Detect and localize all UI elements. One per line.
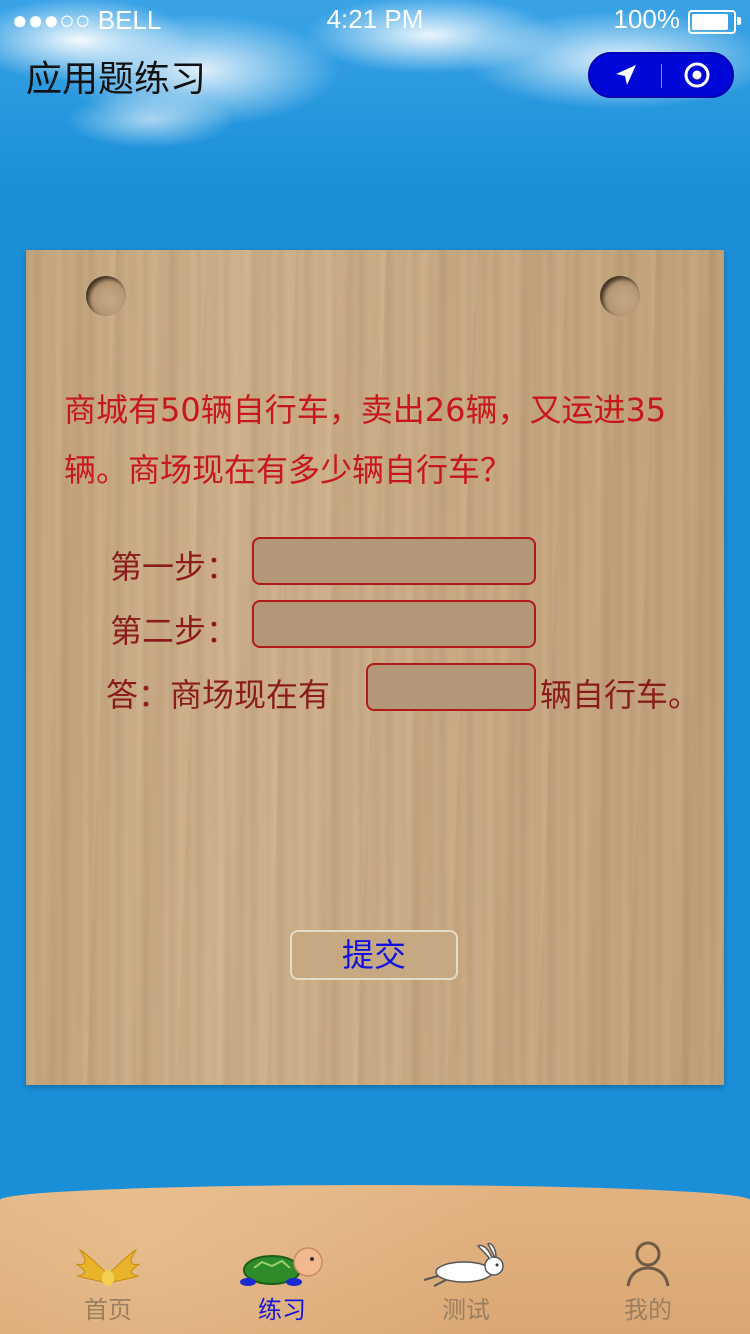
- answer-input[interactable]: [366, 663, 536, 711]
- step1-input[interactable]: [252, 537, 536, 585]
- tab-home-label: 首页: [84, 1296, 132, 1324]
- question-text: 商城有50辆自行车，卖出26辆，又运进35辆。商场现在有多少辆自行车？: [64, 391, 667, 489]
- tab-mine[interactable]: 我的: [578, 1240, 718, 1330]
- step1-label: 第一步：: [110, 548, 239, 586]
- step2-label: 第二步：: [110, 612, 239, 650]
- battery-icon: [688, 10, 741, 34]
- rabbit-icon: [416, 1240, 516, 1290]
- navigation-arrow-icon[interactable]: [590, 54, 660, 96]
- turtle-icon: [232, 1240, 332, 1290]
- target-circle-icon[interactable]: [664, 54, 734, 96]
- battery-percent: 100%: [613, 4, 681, 34]
- tab-mine-label: 我的: [624, 1296, 672, 1324]
- status-bar: ●●●○○ BELL 4:21 PM 100%: [0, 0, 750, 40]
- tab-test[interactable]: 测试: [396, 1240, 536, 1330]
- tab-practice[interactable]: 练习: [212, 1240, 352, 1330]
- step2-input[interactable]: [252, 600, 536, 648]
- user-icon: [598, 1240, 698, 1290]
- tab-home[interactable]: 首页: [38, 1240, 178, 1330]
- tab-test-label: 测试: [442, 1296, 490, 1324]
- golden-wings-icon: [58, 1240, 158, 1290]
- tab-practice-label: 练习: [258, 1296, 306, 1324]
- page-title: 应用题练习: [26, 59, 207, 100]
- capsule-divider: [661, 64, 662, 88]
- board-hole-left: [86, 276, 126, 316]
- board-hole-right: [600, 276, 640, 316]
- answer-prefix: 答：商场现在有: [106, 676, 331, 714]
- answer-suffix: 辆自行车。: [540, 676, 701, 714]
- mini-program-capsule: [588, 52, 734, 98]
- wood-board: 商城有50辆自行车，卖出26辆，又运进35辆。商场现在有多少辆自行车？ 第一步：…: [26, 250, 724, 1085]
- submit-button[interactable]: 提交: [290, 930, 458, 980]
